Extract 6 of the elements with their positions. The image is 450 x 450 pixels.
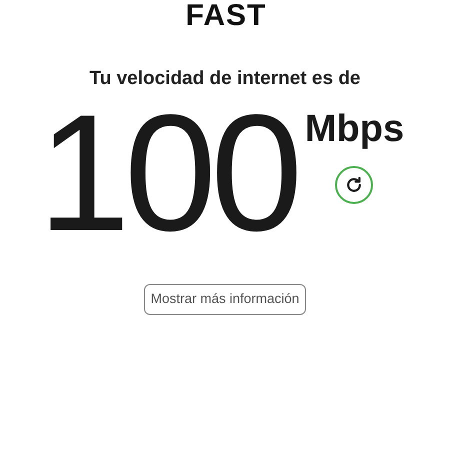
- more-info-button[interactable]: Mostrar más información: [144, 284, 306, 315]
- speed-heading: Tu velocidad de internet es de: [90, 68, 360, 90]
- logo: FAST: [184, 0, 266, 32]
- refresh-button[interactable]: [335, 166, 374, 204]
- speed-unit: Mbps: [304, 110, 404, 148]
- speed-value: 100: [38, 104, 297, 244]
